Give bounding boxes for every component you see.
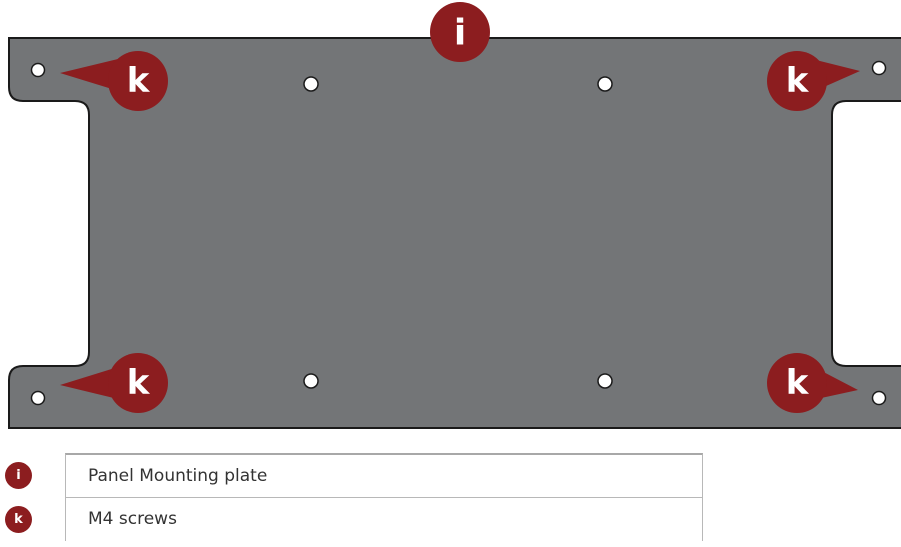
callout-plate: i: [430, 2, 490, 62]
callout-screw-label: k: [127, 61, 151, 101]
hole-icon: [30, 62, 46, 78]
hole-icon: [871, 60, 887, 76]
legend-row-screws: k M4 screws: [0, 497, 720, 541]
hole-icon: [597, 373, 613, 389]
hole-icon: [30, 390, 46, 406]
legend-table: i Panel Mounting plate k M4 screws: [0, 453, 720, 541]
hole-icon: [303, 373, 319, 389]
callout-plate-label: i: [454, 13, 466, 54]
hole-icon: [871, 390, 887, 406]
legend-badge-icon: i: [5, 462, 32, 489]
legend-badge-icon: k: [5, 506, 32, 533]
mounting-plate-diagram: i k k k k: [8, 2, 901, 429]
legend-label-screws: M4 screws: [65, 497, 703, 541]
hole-icon: [303, 76, 319, 92]
legend-row-plate: i Panel Mounting plate: [0, 453, 720, 497]
legend-label-plate: Panel Mounting plate: [65, 453, 703, 497]
callout-screw-label: k: [127, 363, 151, 403]
hole-icon: [597, 76, 613, 92]
callout-screw-label: k: [786, 363, 810, 403]
callout-screw-label: k: [786, 61, 810, 101]
